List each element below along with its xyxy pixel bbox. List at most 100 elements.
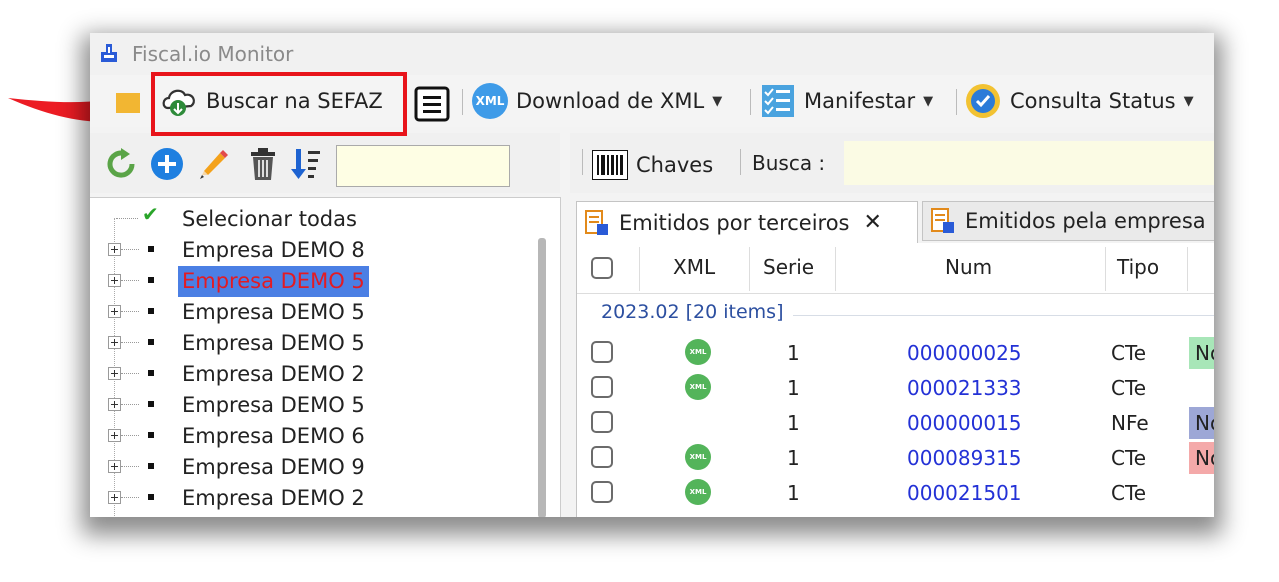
add-icon[interactable] (150, 147, 184, 181)
company-filter-input[interactable] (336, 145, 510, 187)
column-header-serie[interactable]: Serie (763, 255, 814, 279)
tree-item-label: Empresa DEMO 8 (182, 238, 365, 262)
row-checkbox[interactable] (591, 411, 613, 433)
bullet-icon (148, 494, 154, 500)
xml-available-icon[interactable]: XML (685, 339, 711, 365)
cell-num-link[interactable]: 000021333 (907, 376, 1022, 400)
tree-connector (121, 466, 139, 467)
chevron-down-icon: ▼ (712, 93, 723, 109)
expand-icon[interactable] (108, 367, 121, 380)
consulta-status-label: Consulta Status (1010, 89, 1176, 113)
tree-item-company[interactable]: Empresa DEMO 5 (90, 266, 530, 297)
company-toolbar (90, 133, 560, 193)
document-tabs: Emitidos por terceiros ✕ Emitidos pela e… (576, 201, 1214, 243)
tree-item-label: Empresa DEMO 2 (182, 486, 365, 510)
tree-item-company[interactable]: Empresa DEMO 5 (90, 297, 530, 328)
trash-icon[interactable] (246, 147, 280, 181)
tree-item-company[interactable]: Empresa DEMO 2 (90, 359, 530, 390)
tree-connector (121, 311, 139, 312)
chaves-button[interactable]: Chaves (592, 145, 713, 185)
tab-label: Emitidos por terceiros (619, 210, 850, 235)
expand-icon[interactable] (108, 243, 121, 256)
table-row[interactable]: XML 1 000021333 CTe (577, 372, 1214, 407)
bullet-icon (148, 246, 154, 252)
row-checkbox[interactable] (591, 376, 613, 398)
column-separator (1105, 247, 1106, 291)
cell-num-link[interactable]: 000000025 (907, 341, 1022, 365)
download-xml-label: Download de XML (516, 89, 705, 113)
refresh-icon[interactable] (104, 147, 138, 181)
bullet-icon (148, 308, 154, 314)
folder-icon[interactable] (116, 87, 142, 117)
tree-item-company[interactable]: Empresa DEMO 9 (90, 452, 530, 483)
cell-num-link[interactable]: 000021501 (907, 481, 1022, 505)
bullet-icon (148, 401, 154, 407)
expand-icon[interactable] (108, 274, 121, 287)
column-header-num[interactable]: Num (945, 255, 992, 279)
tree-connector (121, 404, 139, 405)
tree-select-all[interactable]: ✔ Selecionar todas (90, 202, 530, 235)
table-row[interactable]: XML 1 000089315 CTe No (577, 442, 1214, 477)
column-header-tipo[interactable]: Tipo (1117, 255, 1159, 279)
row-checkbox[interactable] (591, 481, 613, 503)
manifestar-button[interactable]: Manifestar ▼ (760, 84, 933, 118)
window-title: Fiscal.io Monitor (132, 42, 294, 66)
xml-available-icon[interactable]: XML (685, 374, 711, 400)
cell-serie: 1 (787, 481, 800, 505)
cell-num-link[interactable]: 000089315 (907, 446, 1022, 470)
expand-icon[interactable] (108, 398, 121, 411)
expand-icon[interactable] (108, 429, 121, 442)
expand-icon[interactable] (108, 460, 121, 473)
tree-connector (121, 342, 139, 343)
tree-item-label: Empresa DEMO 5 (182, 331, 365, 355)
toolbar-separator (462, 89, 463, 115)
tree-connector (116, 218, 138, 219)
tree-item-company[interactable]: Empresa DEMO 2 (90, 483, 530, 514)
tree-connector (121, 435, 139, 436)
expand-icon[interactable] (108, 336, 121, 349)
expand-icon[interactable] (108, 491, 121, 504)
list-icon[interactable] (414, 86, 450, 122)
document-icon (585, 209, 608, 235)
tree-item-company[interactable]: Empresa DEMO 6 (90, 421, 530, 452)
tree-connector (121, 497, 139, 498)
select-all-checkbox[interactable] (591, 257, 613, 279)
table-row[interactable]: 1 000000015 NFe No (577, 407, 1214, 442)
toolbar-separator (956, 89, 957, 115)
cell-serie: 1 (787, 411, 800, 435)
toolbar-separator (740, 149, 741, 175)
table-row[interactable]: XML 1 000021501 CTe (577, 477, 1214, 512)
tree-item-company[interactable]: Empresa DEMO 5 (90, 328, 530, 359)
cell-num-link[interactable]: 000000015 (907, 411, 1022, 435)
bullet-icon (148, 370, 154, 376)
xml-available-icon[interactable]: XML (685, 479, 711, 505)
manifestar-label: Manifestar (804, 89, 916, 113)
column-header-xml[interactable]: XML (673, 255, 715, 279)
tab-emitidos-terceiros[interactable]: Emitidos por terceiros ✕ (576, 201, 918, 243)
status-badge: No (1189, 442, 1214, 474)
group-divider (793, 315, 1214, 316)
column-separator (1187, 247, 1188, 291)
check-badge-icon (966, 84, 1000, 118)
row-checkbox[interactable] (591, 341, 613, 363)
tree-item-company[interactable]: Empresa DEMO 8 (90, 235, 530, 266)
close-icon[interactable]: ✕ (864, 210, 882, 235)
group-header[interactable]: 2023.02 [20 items] (601, 301, 783, 323)
sort-down-icon[interactable] (290, 147, 324, 181)
table-row[interactable]: XML 1 000000025 CTe No (577, 337, 1214, 372)
tree-item-label: Empresa DEMO 6 (182, 424, 365, 448)
expand-icon[interactable] (108, 305, 121, 318)
tab-emitidos-empresa[interactable]: Emitidos pela empresa (922, 201, 1214, 241)
highlight-box (151, 72, 407, 136)
bullet-icon (148, 277, 154, 283)
download-xml-button[interactable]: XML Download de XML ▼ (472, 83, 723, 119)
tree-connector (121, 249, 139, 250)
edit-pencil-icon[interactable] (196, 147, 230, 181)
tree-item-company[interactable]: Empresa DEMO 5 (90, 390, 530, 421)
consulta-status-button[interactable]: Consulta Status ▼ (964, 84, 1194, 118)
row-checkbox[interactable] (591, 446, 613, 468)
title-bar: Fiscal.io Monitor (90, 33, 1214, 75)
busca-input[interactable] (844, 141, 1214, 185)
tree-scrollbar[interactable] (538, 238, 546, 517)
xml-available-icon[interactable]: XML (685, 444, 711, 470)
